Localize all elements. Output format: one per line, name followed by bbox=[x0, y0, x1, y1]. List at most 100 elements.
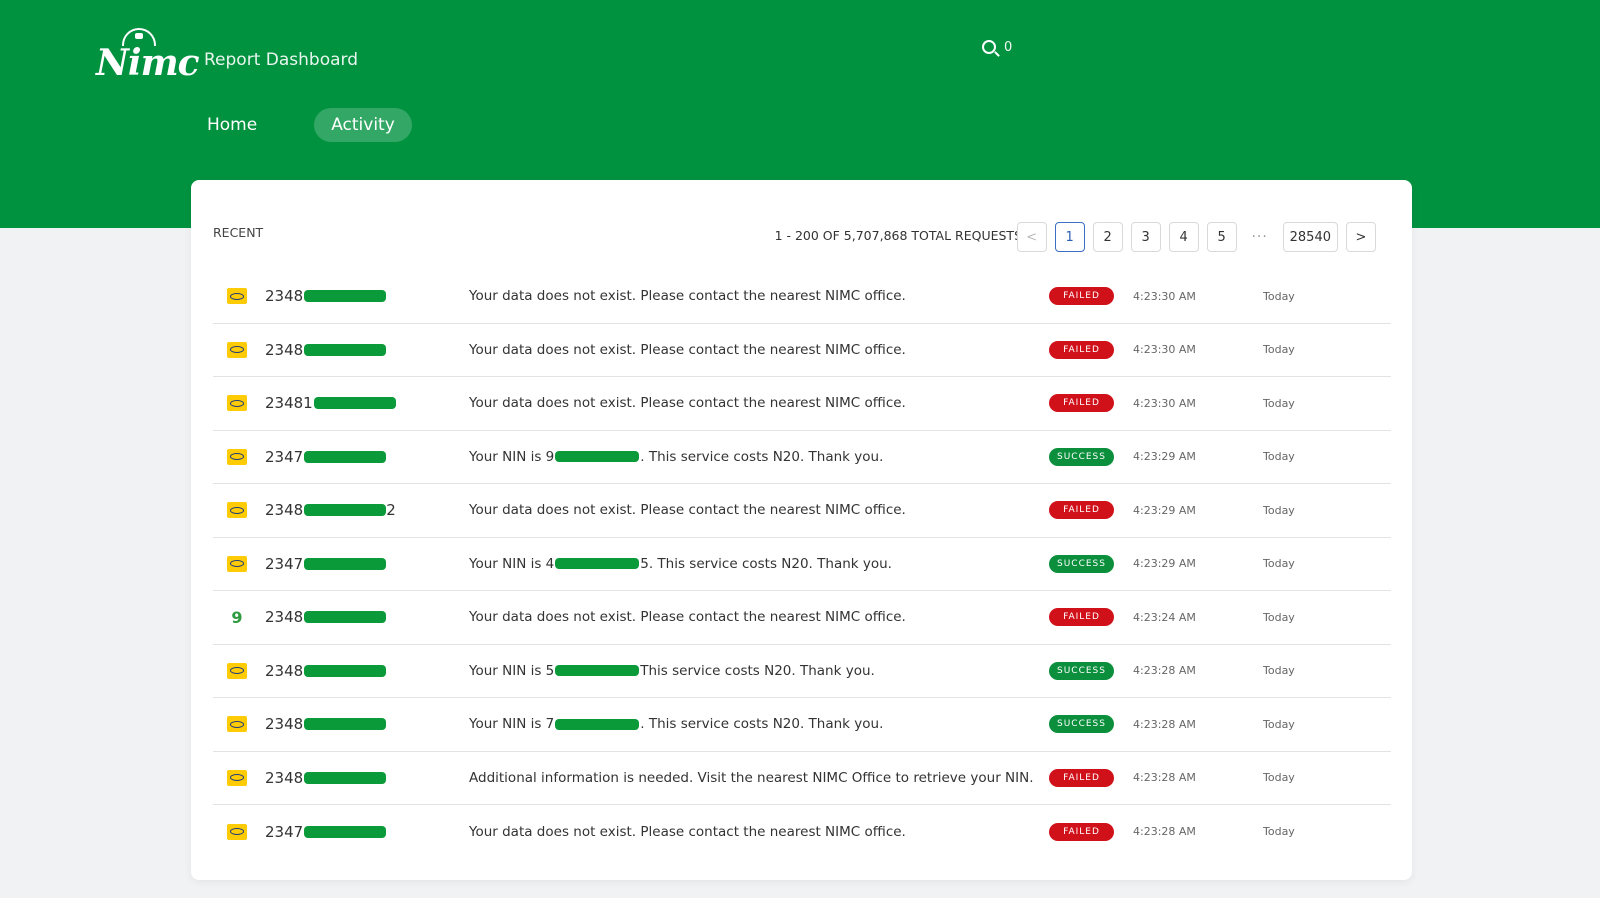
phone-number: 2348 bbox=[265, 661, 387, 680]
phone-number: 2348 bbox=[265, 769, 387, 787]
request-time: 4:23:30 AM bbox=[1133, 343, 1196, 357]
response-message: Your data does not exist. Please contact… bbox=[469, 502, 906, 518]
redacted-block bbox=[304, 450, 387, 463]
response-message: Additional information is needed. Visit … bbox=[469, 770, 1034, 786]
request-time: 4:23:28 AM bbox=[1133, 771, 1196, 785]
table-row[interactable]: 2347 Your NIN is 4 5. This service costs N… bbox=[213, 538, 1391, 591]
request-day: Today bbox=[1263, 557, 1295, 571]
redacted-block bbox=[555, 451, 640, 463]
request-day: Today bbox=[1263, 664, 1295, 678]
message-text: Your data does not exist. Please contact… bbox=[469, 609, 906, 626]
total-requests-label: 1 - 200 OF 5,707,868 TOTAL REQUESTS bbox=[774, 228, 1022, 243]
phone-prefix: 2348 bbox=[265, 340, 304, 359]
main-nav: Home Activity bbox=[190, 108, 412, 142]
request-time: 4:23:30 AM bbox=[1133, 289, 1196, 303]
mtn-logo-oval bbox=[230, 774, 244, 782]
table-row[interactable]: 2347 Your NIN is 9 . This service costs N2… bbox=[213, 431, 1391, 484]
page-button-4[interactable]: 4 bbox=[1168, 222, 1199, 252]
phone-number: 2347 bbox=[265, 823, 387, 841]
mtn-logo-oval bbox=[230, 560, 244, 568]
page-button-last[interactable]: 28540 bbox=[1282, 222, 1338, 252]
redacted-block bbox=[555, 558, 640, 570]
request-time: 4:23:30 AM bbox=[1133, 396, 1196, 410]
mtn-icon bbox=[227, 502, 247, 519]
search-icon[interactable] bbox=[982, 40, 996, 54]
status-badge: FAILED bbox=[1049, 340, 1114, 359]
request-time: 4:23:29 AM bbox=[1133, 503, 1196, 517]
pagination-ellipsis: ··· bbox=[1251, 229, 1268, 245]
request-time: 4:23:29 AM bbox=[1133, 450, 1196, 464]
table-row[interactable]: 2347 Your data does not exist. Please con… bbox=[213, 805, 1391, 859]
mtn-icon bbox=[227, 769, 247, 786]
page-button-5[interactable]: 5 bbox=[1206, 222, 1237, 252]
phone-suffix: 2 bbox=[386, 501, 396, 520]
mtn-logo-oval bbox=[230, 453, 244, 461]
logo-text: Nimc bbox=[96, 42, 200, 84]
redacted-block bbox=[313, 397, 396, 410]
search-value[interactable]: 0 bbox=[1004, 40, 1014, 55]
mtn-logo-oval bbox=[230, 828, 244, 836]
status-badge: SUCCESS bbox=[1049, 661, 1114, 680]
table-row[interactable]: 2348 Your data does not exist. Please con… bbox=[213, 270, 1391, 324]
redacted-block bbox=[304, 343, 387, 356]
table-row[interactable]: 2348 Your NIN is 7 . This service costs N2… bbox=[213, 698, 1391, 752]
response-message: Your NIN is 4 5. This service costs N20. … bbox=[469, 556, 892, 572]
message-text: Your NIN is 5 bbox=[469, 662, 555, 679]
redacted-block bbox=[304, 664, 387, 677]
redacted-block bbox=[304, 611, 387, 624]
message-text: Your NIN is 7 bbox=[469, 716, 555, 733]
request-day: Today bbox=[1263, 610, 1295, 624]
table-row[interactable]: 2348 2 Your data does not exist. Please co… bbox=[213, 484, 1391, 538]
request-time: 4:23:28 AM bbox=[1133, 664, 1196, 678]
prev-page-button[interactable]: < bbox=[1016, 222, 1047, 252]
phone-prefix: 2347 bbox=[265, 447, 304, 466]
nav-tab-activity[interactable]: Activity bbox=[314, 108, 412, 142]
response-message: Your data does not exist. Please contact… bbox=[469, 395, 906, 411]
request-time: 4:23:28 AM bbox=[1133, 717, 1196, 731]
message-text-tail: 5. This service costs N20. Thank you. bbox=[640, 555, 892, 572]
message-text: Your data does not exist. Please contact… bbox=[469, 288, 906, 305]
redacted-block bbox=[304, 771, 387, 784]
mtn-icon bbox=[227, 448, 247, 465]
request-list: 2348 Your data does not exist. Please con… bbox=[213, 270, 1391, 859]
table-row[interactable]: 23481 Your data does not exist. Please co… bbox=[213, 377, 1391, 431]
search-box[interactable]: 0 bbox=[982, 36, 1014, 58]
request-day: Today bbox=[1263, 717, 1295, 731]
nimc-logo[interactable]: Nimc bbox=[96, 28, 200, 90]
table-row[interactable]: 2348 Your data does not exist. Please con… bbox=[213, 324, 1391, 377]
response-message: Your NIN is 7 . This service costs N20. T… bbox=[469, 716, 883, 732]
phone-number: 2347 bbox=[265, 555, 387, 573]
page-button-2[interactable]: 2 bbox=[1092, 222, 1123, 252]
status-badge: SUCCESS bbox=[1049, 554, 1114, 573]
mtn-icon bbox=[227, 823, 247, 840]
table-row[interactable]: 2348 Your NIN is 5 This service costs N20.… bbox=[213, 645, 1391, 698]
request-time: 4:23:24 AM bbox=[1133, 610, 1196, 624]
request-day: Today bbox=[1263, 289, 1295, 303]
table-row[interactable]: 9 2348 Your data does not exist. Please co… bbox=[213, 591, 1391, 645]
response-message: Your NIN is 9 . This service costs N20. T… bbox=[469, 449, 883, 465]
request-day: Today bbox=[1263, 503, 1295, 517]
mtn-icon bbox=[227, 395, 247, 412]
status-badge: SUCCESS bbox=[1049, 447, 1114, 466]
phone-number: 23481 bbox=[265, 394, 396, 412]
message-text: Your data does not exist. Please contact… bbox=[469, 395, 906, 412]
redacted-block bbox=[555, 665, 640, 677]
mtn-icon bbox=[227, 716, 247, 733]
nav-tab-home[interactable]: Home bbox=[190, 108, 274, 142]
request-day: Today bbox=[1263, 396, 1295, 410]
page-button-3[interactable]: 3 bbox=[1130, 222, 1161, 252]
mtn-logo-oval bbox=[230, 292, 244, 300]
status-badge: FAILED bbox=[1049, 394, 1114, 413]
redacted-block bbox=[304, 290, 387, 303]
phone-prefix: 2348 bbox=[265, 661, 304, 680]
table-row[interactable]: 2348 Additional information is needed. Vi… bbox=[213, 752, 1391, 805]
request-time: 4:23:28 AM bbox=[1133, 825, 1196, 839]
phone-prefix: 23481 bbox=[265, 394, 313, 413]
redacted-block bbox=[555, 718, 640, 730]
mtn-logo-oval bbox=[230, 720, 244, 728]
page-button-1[interactable]: 1 bbox=[1054, 222, 1085, 252]
phone-number: 2348 bbox=[265, 715, 387, 733]
message-text: Your data does not exist. Please contact… bbox=[469, 341, 906, 358]
next-page-button[interactable]: > bbox=[1346, 222, 1376, 252]
mtn-icon bbox=[227, 555, 247, 572]
